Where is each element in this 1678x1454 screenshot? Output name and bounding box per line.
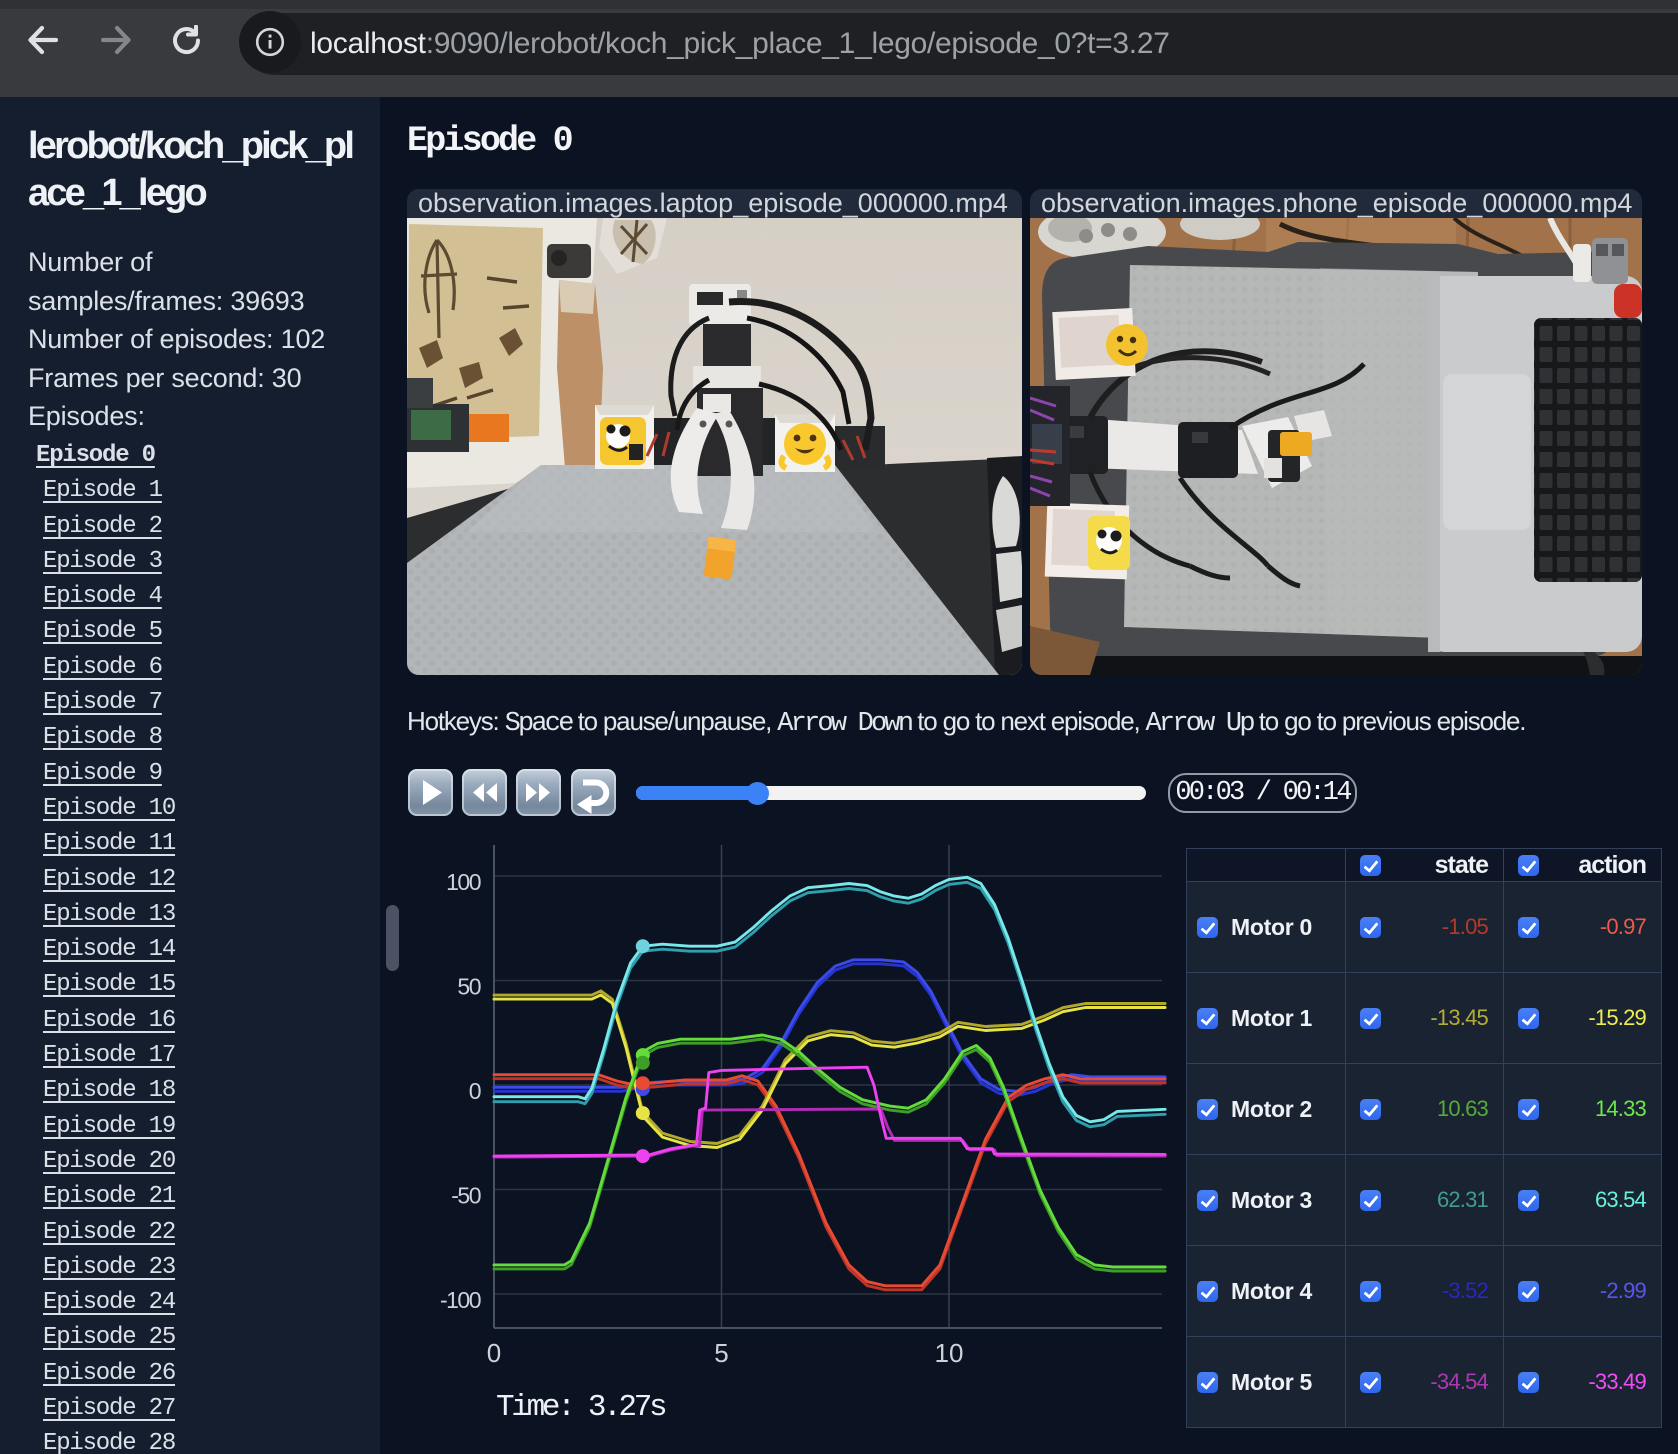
svg-text:50: 50 bbox=[457, 974, 480, 1000]
svg-text:0: 0 bbox=[487, 1338, 501, 1368]
svg-text:0: 0 bbox=[469, 1078, 481, 1104]
svg-text:-100: -100 bbox=[440, 1287, 481, 1313]
svg-text:-50: -50 bbox=[451, 1183, 480, 1209]
svg-text:5: 5 bbox=[714, 1338, 728, 1368]
svg-text:100: 100 bbox=[446, 869, 481, 895]
svg-text:10: 10 bbox=[935, 1338, 964, 1368]
